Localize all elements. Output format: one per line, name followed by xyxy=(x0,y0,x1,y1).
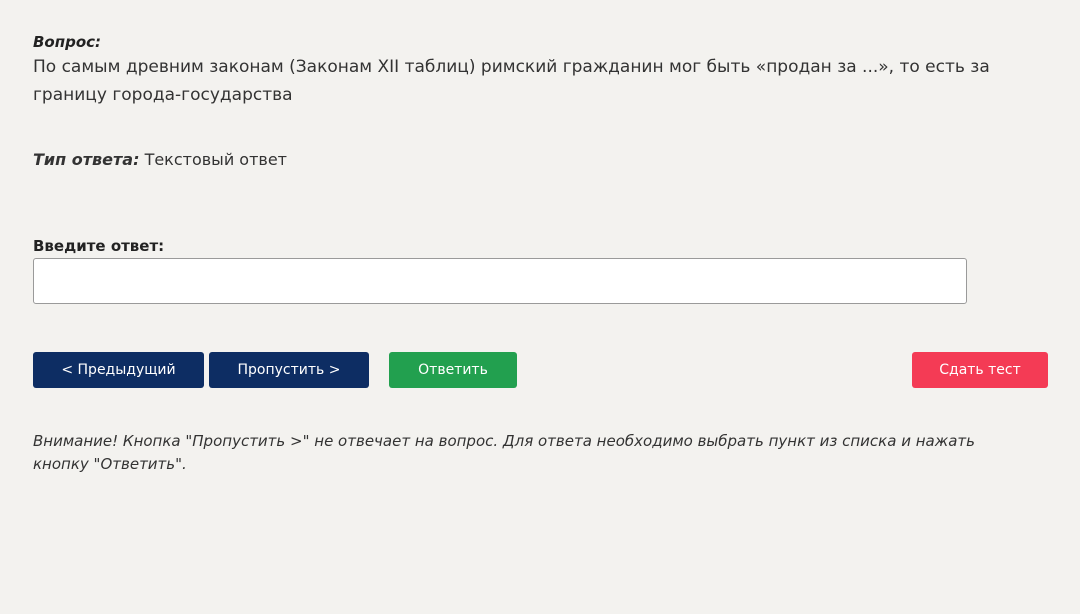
action-bar: < Предыдущий Пропустить > Ответить Сдать… xyxy=(33,352,1048,388)
answer-input-label: Введите ответ: xyxy=(33,237,165,255)
question-text: По самым древним законам (Законам XII та… xyxy=(33,57,990,105)
answer-input[interactable] xyxy=(33,258,967,304)
question-label: Вопрос: xyxy=(33,33,102,51)
answer-type-label: Тип ответа: xyxy=(33,150,140,169)
answer-type-value: Текстовый ответ xyxy=(144,150,287,169)
answer-button[interactable]: Ответить xyxy=(389,352,517,388)
skip-button[interactable]: Пропустить > xyxy=(209,352,369,388)
question-panel: Вопрос: По самым древним законам (Закона… xyxy=(33,31,1048,476)
answer-type: Тип ответа: Текстовый ответ xyxy=(33,149,1048,171)
submit-test-button[interactable]: Сдать тест xyxy=(912,352,1048,388)
skip-warning-notice: Внимание! Кнопка "Пропустить >" не отвеч… xyxy=(33,432,975,473)
previous-button[interactable]: < Предыдущий xyxy=(33,352,204,388)
